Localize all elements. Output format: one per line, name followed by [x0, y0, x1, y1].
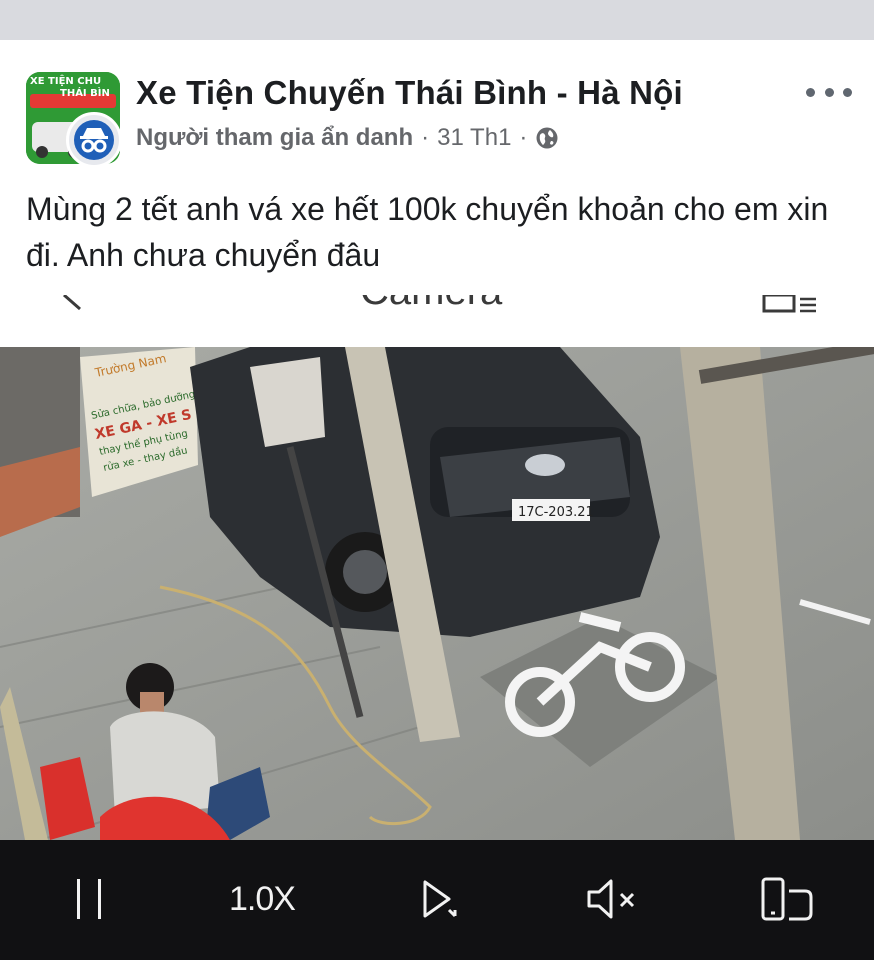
globe-icon: [535, 126, 559, 150]
embedded-screenshot-header: Camera: [0, 295, 874, 347]
avatar-logo-line2: THÁI BÌN: [60, 88, 110, 99]
meta-separator: ·: [421, 124, 430, 151]
meta-separator-2: ·: [519, 124, 528, 151]
embedded-screenshot-title: Camera: [360, 295, 502, 314]
post-date[interactable]: 31 Th1: [437, 124, 511, 152]
group-name-link[interactable]: Xe Tiện Chuyến Thái Bình - Hà Nội: [136, 74, 683, 112]
more-icon-dot: [806, 87, 815, 97]
rotate-screen-button[interactable]: [756, 874, 816, 924]
avatar-logo-text: XE TIỆN CHU THÁI BÌN: [30, 76, 110, 100]
post-body-text: Mùng 2 tết anh vá xe hết 100k chuyển kho…: [26, 191, 829, 273]
pause-icon: [77, 879, 101, 919]
more-options-button[interactable]: [806, 82, 852, 102]
more-icon-dot: [824, 87, 834, 97]
share-icon: [423, 880, 457, 918]
anonymous-icon: [74, 120, 114, 160]
post-meta: Người tham gia ẩn danh · 31 Th1 ·: [136, 124, 559, 152]
share-button[interactable]: [412, 874, 462, 924]
anonymous-badge: [66, 112, 122, 168]
avatar-logo-line1: XE TIỆN CHU: [30, 76, 102, 87]
author-name[interactable]: Người tham gia ẩn danh: [136, 124, 413, 152]
playback-speed-button[interactable]: 1.0X: [222, 874, 302, 924]
cctv-scene: Sửa chữa, bảo dưỡng XE GA - XE S thay th…: [0, 347, 874, 840]
muted-speaker-icon: [587, 879, 635, 919]
cctv-video-frame[interactable]: Sửa chữa, bảo dưỡng XE GA - XE S thay th…: [0, 347, 874, 840]
license-plate: 17C-203.21: [518, 505, 594, 520]
pause-button[interactable]: [62, 874, 116, 924]
playback-speed-label: 1.0X: [229, 879, 296, 918]
rotate-screen-icon: [761, 877, 813, 921]
mute-button[interactable]: [582, 874, 642, 924]
top-status-band: [0, 0, 874, 40]
more-icon-dot: [843, 87, 852, 97]
